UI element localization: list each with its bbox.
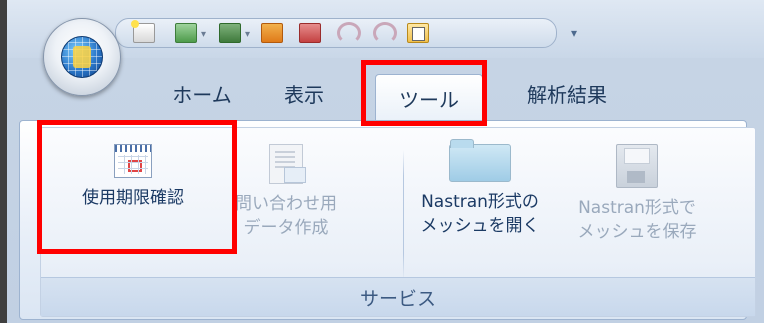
open-nastran-mesh-button[interactable]: Nastran形式の メッシュを開く xyxy=(405,134,555,238)
expiration-check-button[interactable]: 使用期限確認 xyxy=(45,134,221,210)
floppy-disk-icon xyxy=(616,144,658,188)
folder-open-icon xyxy=(449,139,511,182)
save-nastran-mesh-button[interactable]: Nastran形式で メッシュを保存 xyxy=(557,134,717,244)
open-folder-icon[interactable] xyxy=(261,23,283,43)
save-as-icon[interactable] xyxy=(299,23,321,43)
expiration-check-label: 使用期限確認 xyxy=(82,188,184,208)
save-dropdown-arrow[interactable]: ▾ xyxy=(245,29,250,40)
calendar-mark xyxy=(128,160,142,172)
application-logo-icon xyxy=(61,36,103,78)
redo-icon[interactable] xyxy=(373,22,397,44)
customize-toolbar-arrow[interactable]: ▾ xyxy=(571,26,577,40)
clipboard-icon[interactable] xyxy=(407,23,429,43)
group-caption: サービス xyxy=(41,277,755,316)
tab-home[interactable]: ホーム xyxy=(147,78,257,108)
inquiry-data-label-1: 問い合わせ用 xyxy=(235,194,337,214)
inquiry-data-button[interactable]: 問い合わせ用 データ作成 xyxy=(221,134,351,240)
group-separator xyxy=(403,150,404,280)
save-nastran-label-1: Nastran形式で xyxy=(578,198,696,218)
tab-analysis-results[interactable]: 解析結果 xyxy=(507,78,627,108)
open-nastran-label-2: メッシュを開く xyxy=(420,216,540,236)
open-nastran-label-1: Nastran形式の xyxy=(421,192,539,212)
open-file-icon[interactable] xyxy=(175,23,197,43)
quick-access-toolbar: ▾ ▾ ▾ xyxy=(115,14,577,48)
undo-icon[interactable] xyxy=(337,22,361,44)
save-nastran-label-2: メッシュを保存 xyxy=(577,222,697,242)
save-icon[interactable] xyxy=(219,23,241,43)
ribbon-panel: 使用期限確認 問い合わせ用 データ作成 Nastran形式の メッシュを開く N… xyxy=(19,120,756,320)
inquiry-data-label-2: データ作成 xyxy=(243,218,329,238)
tab-view[interactable]: 表示 xyxy=(269,78,339,108)
service-group: 使用期限確認 問い合わせ用 データ作成 Nastran形式の メッシュを開く N… xyxy=(40,127,756,317)
application-menu-button[interactable] xyxy=(43,18,121,96)
document-icon xyxy=(269,144,306,184)
tab-tools[interactable]: ツール xyxy=(375,74,483,121)
open-dropdown-arrow[interactable]: ▾ xyxy=(201,29,206,40)
application-window: ▾ ▾ ▾ ホーム 表示 ツール 解析結果 使用期限確認 問い合わせ用 データ作… xyxy=(0,0,764,323)
ribbon-tabs: ホーム 表示 ツール 解析結果 xyxy=(7,58,764,121)
new-file-icon[interactable] xyxy=(131,20,155,43)
calendar-icon xyxy=(114,144,152,178)
